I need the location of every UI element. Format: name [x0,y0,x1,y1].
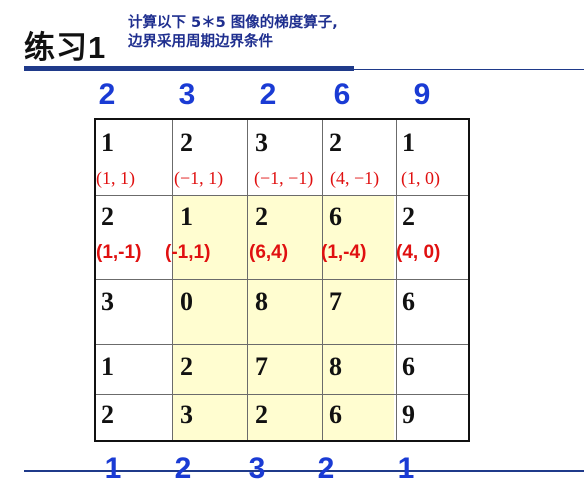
grid-cell: 2 [255,400,268,429]
bottom-number: 1 [397,452,415,485]
top-number: 3 [178,78,196,111]
gradient-value: (6,4) [249,242,289,263]
grid-cell: 6 [329,202,342,231]
title-underline [24,66,354,71]
grid-cell: 3 [180,400,193,429]
bottom-number: 3 [248,452,266,485]
grid-border [94,118,470,442]
grid-cell: 2 [255,202,268,231]
bottom-number: 1 [104,452,122,485]
page-title: 练习1 [24,30,107,65]
gradient-value: (−1, −1) [254,168,314,188]
grid-cell: 9 [402,400,415,429]
grid-cell: 1 [101,128,114,157]
subtitle: 计算以下 5＊5 图像的梯度算子, 边界采用周期边界条件 [128,14,428,52]
grid-cell: 6 [329,400,342,429]
grid-cell: 0 [180,287,193,316]
grid-cell: 7 [255,352,268,381]
grid-cell: 6 [402,352,415,381]
gradient-value: (1,-4) [321,242,367,263]
grid-cell: 2 [402,202,415,231]
gradient-value: (1, 0) [401,168,440,188]
grid-cell: 2 [180,352,193,381]
gradient-value: (1, 1) [96,168,135,188]
top-number: 9 [413,78,431,111]
top-number: 2 [98,78,116,111]
grid-cell: 1 [180,202,193,231]
grid-cell: 8 [329,352,342,381]
grid-cell: 1 [101,352,114,381]
grid-cell: 2 [101,202,114,231]
grid-cell: 2 [180,128,193,157]
top-number: 2 [259,78,277,111]
grid-cell: 7 [329,287,342,316]
subtitle-line-2: 边界采用周期边界条件 [128,34,273,50]
grid-cell: 8 [255,287,268,316]
bottom-number: 2 [317,452,335,485]
grid-cell: 2 [101,400,114,429]
bottom-number: 2 [174,452,192,485]
top-number: 6 [333,78,351,111]
gradient-value: (4, −1) [330,168,380,188]
gradient-value: (4, 0) [396,242,441,263]
grid-cell: 3 [255,128,268,157]
gradient-value: (−1, 1) [174,168,224,188]
grid-cell: 2 [329,128,342,157]
grid-cell: 6 [402,287,415,316]
title-underline-thin [354,69,584,70]
grid-cell: 3 [101,287,114,316]
gradient-value: (-1,1) [165,242,211,263]
grid-cell: 1 [402,128,415,157]
subtitle-line-1: 计算以下 5＊5 图像的梯度算子, [128,15,338,31]
gradient-value: (1,-1) [96,242,142,263]
